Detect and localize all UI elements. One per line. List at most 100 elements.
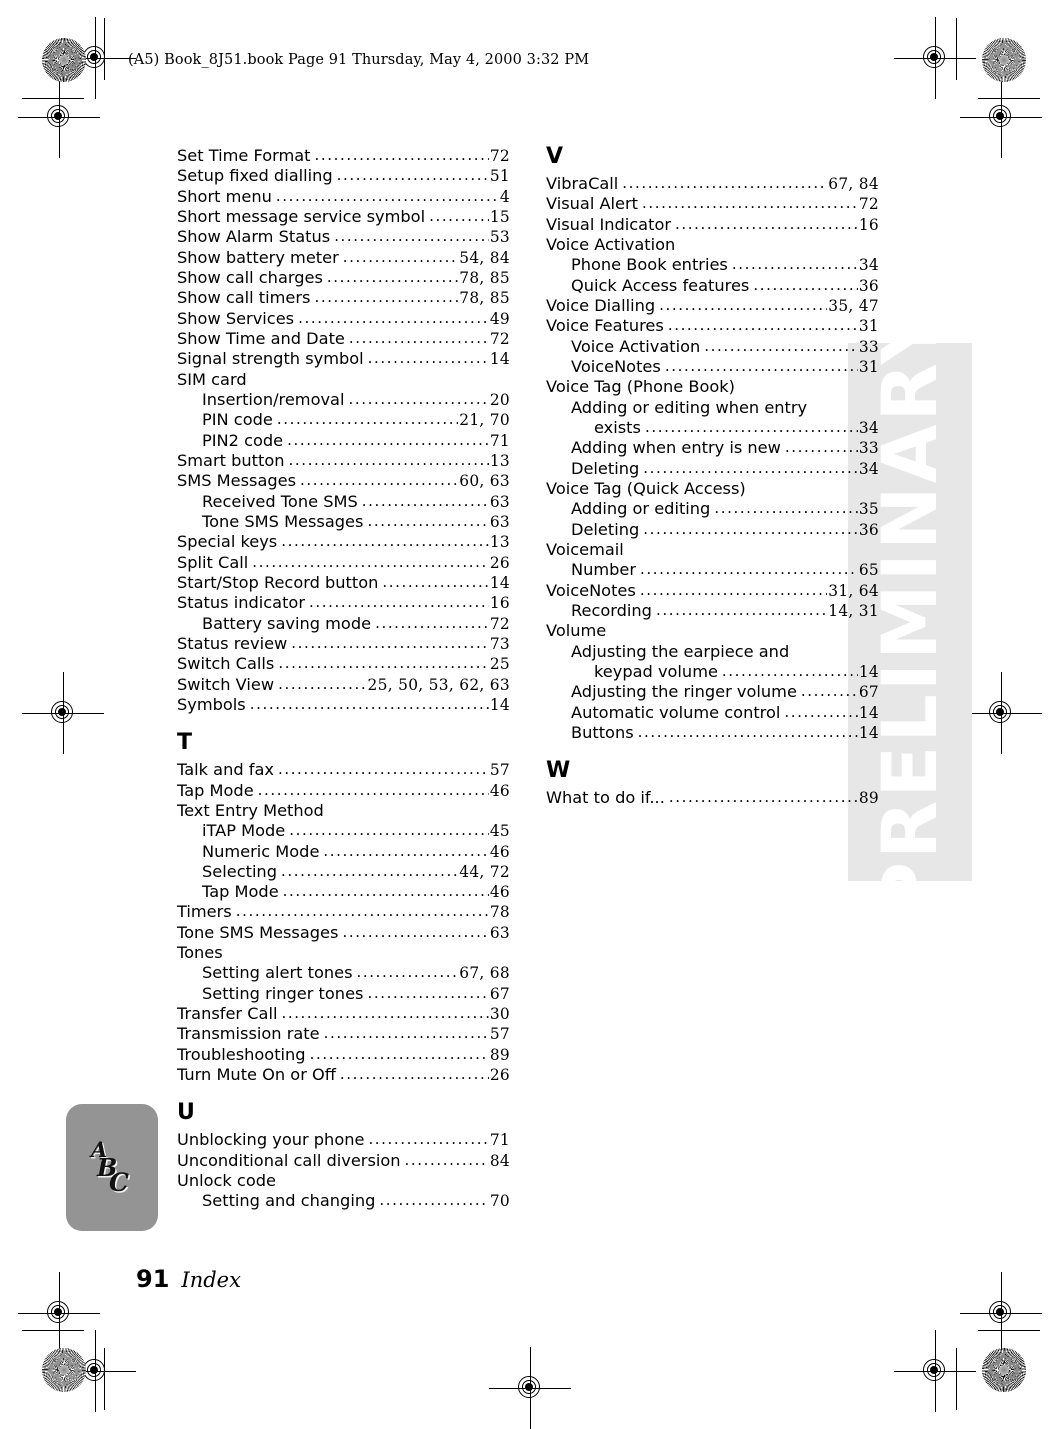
index-entry[interactable]: Voicemail...............................… xyxy=(546,540,879,560)
index-entry[interactable]: Show call timers........................… xyxy=(177,288,510,308)
index-entry-page-numbers: 34 xyxy=(858,418,879,437)
index-entry-leader-dots: ........................................… xyxy=(714,499,858,518)
index-entry-page-numbers: 67 xyxy=(858,683,879,702)
index-entry-page-numbers: 67, 68 xyxy=(459,964,510,983)
index-entry-page-numbers: 35 xyxy=(858,500,879,519)
index-entry[interactable]: Number..................................… xyxy=(546,560,879,580)
index-entry[interactable]: PIN code................................… xyxy=(177,410,510,430)
index-entry-leader-dots: ........................................… xyxy=(367,511,489,530)
index-entry[interactable]: Volume..................................… xyxy=(546,621,879,641)
index-entry[interactable]: Status indicator........................… xyxy=(177,593,510,613)
index-entry[interactable]: VibraCall...............................… xyxy=(546,174,879,194)
index-entry[interactable]: Insertion/removal.......................… xyxy=(177,390,510,410)
index-entry[interactable]: Phone Book entries......................… xyxy=(546,255,879,275)
index-entry[interactable]: Setup fixed dialling....................… xyxy=(177,166,510,186)
index-entry[interactable]: Voice Tag (Quick Access)................… xyxy=(546,479,879,499)
index-entry[interactable]: Transfer Call...........................… xyxy=(177,1004,510,1024)
index-entry[interactable]: Tone SMS Messages.......................… xyxy=(177,923,510,943)
index-entry[interactable]: Voice Activation........................… xyxy=(546,235,879,255)
index-entry[interactable]: Switch Calls............................… xyxy=(177,654,510,674)
index-entry[interactable]: Visual Alert............................… xyxy=(546,194,879,214)
index-entry[interactable]: Show battery meter......................… xyxy=(177,248,510,268)
index-entry[interactable]: Unconditional call diversion............… xyxy=(177,1151,510,1171)
index-entry-term: SIM card xyxy=(177,369,247,389)
index-entry[interactable]: Tap Mode................................… xyxy=(177,882,510,902)
index-entry-page-numbers: 54, 84 xyxy=(459,248,510,267)
index-entry[interactable]: What to do if...........................… xyxy=(546,788,879,808)
index-entry[interactable]: Text Entry Method.......................… xyxy=(177,801,510,821)
index-entry[interactable]: Received Tone SMS.......................… xyxy=(177,492,510,512)
index-entry[interactable]: VoiceNotes..............................… xyxy=(546,581,879,601)
index-entry[interactable]: Adding or editing when entry............… xyxy=(546,398,879,418)
index-entry[interactable]: Voice Tag (Phone Book)..................… xyxy=(546,377,879,397)
index-entry[interactable]: Special keys............................… xyxy=(177,532,510,552)
index-entry[interactable]: Unlock code.............................… xyxy=(177,1171,510,1191)
index-entry[interactable]: Signal strength symbol..................… xyxy=(177,349,510,369)
index-entry[interactable]: Battery saving mode.....................… xyxy=(177,614,510,634)
index-entry[interactable]: Deleting................................… xyxy=(546,520,879,540)
index-entry[interactable]: Show Alarm Status.......................… xyxy=(177,227,510,247)
index-entry[interactable]: Adjusting the ringer volume.............… xyxy=(546,682,879,702)
index-entry[interactable]: Setting and changing....................… xyxy=(177,1191,510,1211)
index-entry[interactable]: Voice Features..........................… xyxy=(546,316,879,336)
index-entry[interactable]: Smart button............................… xyxy=(177,451,510,471)
index-entry-term: Unlock code xyxy=(177,1171,276,1191)
index-entry[interactable]: Split Call..............................… xyxy=(177,553,510,573)
index-entry-page-numbers: 14 xyxy=(858,662,879,681)
index-entry[interactable]: Adding when entry is new................… xyxy=(546,438,879,458)
index-entry[interactable]: Setting ringer tones....................… xyxy=(177,984,510,1004)
index-entry[interactable]: SIM card................................… xyxy=(177,370,510,390)
index-entry[interactable]: Short menu..............................… xyxy=(177,187,510,207)
index-entry[interactable]: Recording...............................… xyxy=(546,601,879,621)
index-entry[interactable]: Show Time and Date......................… xyxy=(177,329,510,349)
index-entry[interactable]: Tone SMS Messages.......................… xyxy=(177,512,510,532)
index-entry[interactable]: Numeric Mode............................… xyxy=(177,842,510,862)
index-entry-leader-dots: ........................................… xyxy=(291,633,489,652)
index-entry[interactable]: Tones...................................… xyxy=(177,943,510,963)
index-entry[interactable]: iTAP Mode...............................… xyxy=(177,821,510,841)
index-entry[interactable]: Deleting................................… xyxy=(546,459,879,479)
abc-letter-c: C xyxy=(109,1167,129,1197)
index-entry[interactable]: Quick Access features...................… xyxy=(546,276,879,296)
index-entry[interactable]: Voice Activation........................… xyxy=(546,337,879,357)
index-entry[interactable]: Adjusting the earpiece and..............… xyxy=(546,642,879,662)
index-entry-page-numbers: 46 xyxy=(489,883,510,902)
index-entry[interactable]: Buttons.................................… xyxy=(546,723,879,743)
index-entry-term: Visual Indicator xyxy=(546,214,672,234)
index-entry[interactable]: VoiceNotes..............................… xyxy=(546,357,879,377)
index-entry[interactable]: Transmission rate.......................… xyxy=(177,1024,510,1044)
index-entry-term: Split Call xyxy=(177,552,249,572)
index-entry-page-numbers: 78 xyxy=(489,903,510,922)
index-entry-leader-dots: ........................................… xyxy=(655,600,827,619)
index-entry[interactable]: Troubleshooting.........................… xyxy=(177,1045,510,1065)
index-entry[interactable]: Timers..................................… xyxy=(177,902,510,922)
index-entry[interactable]: Automatic volume control................… xyxy=(546,703,879,723)
index-entry[interactable]: Adding or editing.......................… xyxy=(546,499,879,519)
index-entry-leader-dots: ........................................… xyxy=(249,694,489,713)
index-entry[interactable]: Short message service symbol............… xyxy=(177,207,510,227)
index-entry[interactable]: Show call charges.......................… xyxy=(177,268,510,288)
index-entry[interactable]: Visual Indicator........................… xyxy=(546,215,879,235)
index-entry-leader-dots: ........................................… xyxy=(323,841,489,860)
index-entry[interactable]: PIN2 code...............................… xyxy=(177,431,510,451)
index-entry[interactable]: Turn Mute On or Off.....................… xyxy=(177,1065,510,1085)
index-entry[interactable]: Voice Dialling..........................… xyxy=(546,296,879,316)
index-entry-leader-dots: ........................................… xyxy=(289,821,489,840)
index-entry[interactable]: Switch View.............................… xyxy=(177,675,510,695)
index-entry[interactable]: Selecting...............................… xyxy=(177,862,510,882)
index-entry-leader-dots: ........................................… xyxy=(314,288,459,307)
index-entry[interactable]: Talk and fax............................… xyxy=(177,760,510,780)
index-entry[interactable]: Symbols.................................… xyxy=(177,695,510,715)
index-entry[interactable]: Start/Stop Record button................… xyxy=(177,573,510,593)
index-entry[interactable]: exists..................................… xyxy=(546,418,879,438)
index-entry[interactable]: Set Time Format.........................… xyxy=(177,146,510,166)
index-entry[interactable]: Setting alert tones.....................… xyxy=(177,963,510,983)
index-entry[interactable]: SMS Messages............................… xyxy=(177,471,510,491)
index-entry[interactable]: Unblocking your phone...................… xyxy=(177,1130,510,1150)
index-entry[interactable]: Status review...........................… xyxy=(177,634,510,654)
index-entry[interactable]: Tap Mode................................… xyxy=(177,781,510,801)
index-entry[interactable]: Show Services...........................… xyxy=(177,309,510,329)
index-entry[interactable]: keypad volume...........................… xyxy=(546,662,879,682)
index-entry-page-numbers: 46 xyxy=(489,781,510,800)
index-entry-leader-dots: ........................................… xyxy=(348,328,489,347)
